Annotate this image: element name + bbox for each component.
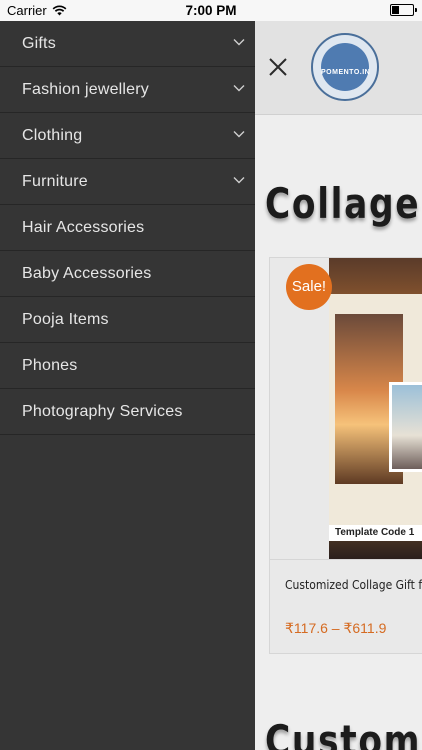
main-page: POMENTO.IN Collage Template Code 1 Sale!… [255, 21, 422, 750]
menu-item-photography-services[interactable]: Photography Services [0, 389, 255, 435]
menu-item-gifts[interactable]: Gifts [0, 21, 255, 67]
menu-item-clothing[interactable]: Clothing [0, 113, 255, 159]
menu-item-furniture[interactable]: Furniture [0, 159, 255, 205]
logo-text: POMENTO.IN [321, 69, 371, 76]
menu-item-label: Furniture [22, 172, 88, 190]
page-header: POMENTO.IN [255, 21, 422, 115]
menu-item-label: Phones [22, 356, 78, 374]
menu-item-fashion-jewellery[interactable]: Fashion jewellery [0, 67, 255, 113]
chevron-down-icon[interactable] [233, 176, 245, 184]
drawer-menu: Gifts Fashion jewellery Clothing Furnitu… [0, 21, 255, 750]
menu-item-label: Pooja Items [22, 310, 109, 328]
close-icon[interactable] [267, 56, 289, 78]
menu-item-baby-accessories[interactable]: Baby Accessories [0, 251, 255, 297]
battery-icon [390, 4, 417, 16]
menu-item-pooja-items[interactable]: Pooja Items [0, 297, 255, 343]
menu-item-label: Gifts [22, 34, 56, 52]
product-price: ₹117.6 – ₹611.9 [285, 620, 387, 636]
menu-item-hair-accessories[interactable]: Hair Accessories [0, 205, 255, 251]
site-logo[interactable]: POMENTO.IN [311, 33, 379, 101]
chevron-down-icon[interactable] [233, 38, 245, 46]
logo-emblem: POMENTO.IN [321, 43, 371, 91]
menu-item-phones[interactable]: Phones [0, 343, 255, 389]
menu-item-label: Photography Services [22, 402, 183, 420]
section-title-collage: Collage [265, 179, 421, 228]
product-name[interactable]: Customized Collage Gift for l [285, 578, 422, 592]
product-image-caption: Template Code 1 [329, 525, 422, 541]
product-card[interactable]: Template Code 1 Sale! Customized Collage… [269, 257, 422, 654]
chevron-down-icon[interactable] [233, 84, 245, 92]
status-time: 7:00 PM [185, 3, 237, 18]
menu-item-label: Hair Accessories [22, 218, 145, 236]
menu-item-label: Baby Accessories [22, 264, 152, 282]
status-bar: Carrier 7:00 PM [0, 0, 422, 21]
sale-badge: Sale! [286, 264, 332, 310]
card-divider [270, 559, 422, 560]
menu-item-label: Fashion jewellery [22, 80, 150, 98]
product-image[interactable]: Template Code 1 [329, 258, 422, 559]
chevron-down-icon[interactable] [233, 130, 245, 138]
menu-item-label: Clothing [22, 126, 83, 144]
section-title-custom: Custom [265, 716, 422, 750]
